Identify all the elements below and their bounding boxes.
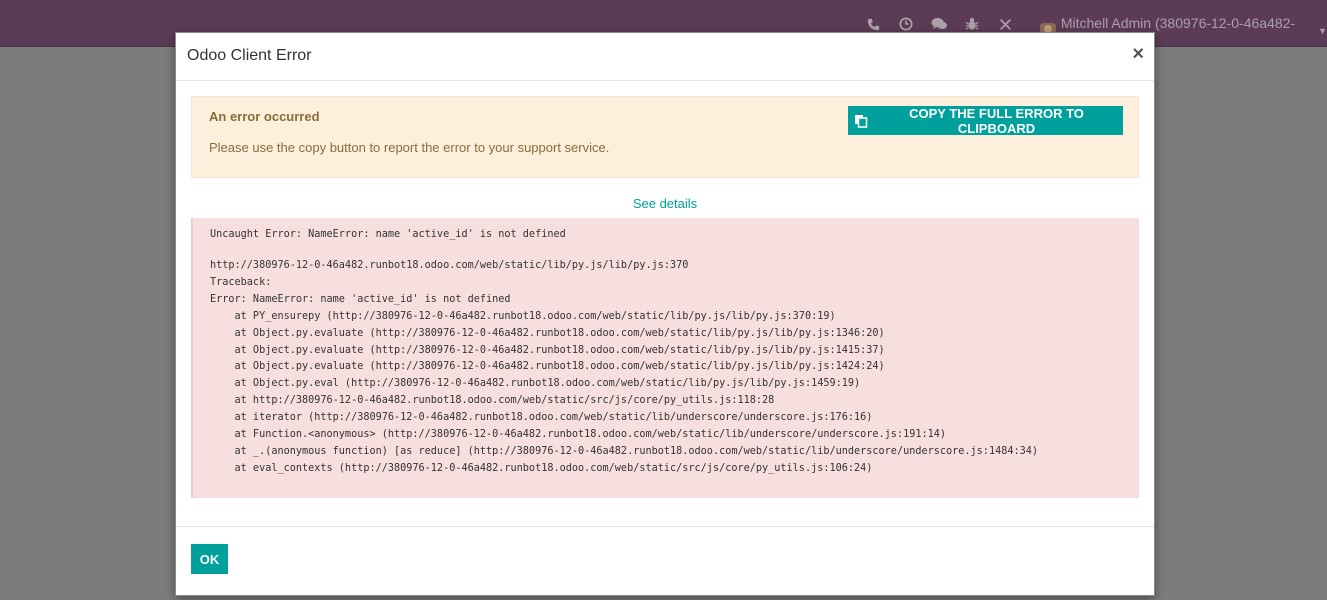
traceback-line: at Object.py.eval (http://380976-12-0-46…: [210, 378, 861, 390]
error-dialog: Odoo Client Error × An error occurred Pl…: [175, 32, 1155, 596]
traceback-line: at PY_ensurepy (http://380976-12-0-46a48…: [210, 310, 836, 322]
modal-header: Odoo Client Error ×: [176, 33, 1154, 81]
close-icon[interactable]: ×: [1132, 44, 1144, 64]
modal-title: Odoo Client Error: [187, 47, 312, 64]
traceback-line: at Object.py.evaluate (http://380976-12-…: [210, 344, 885, 356]
alert-text: Please use the copy button to report the…: [209, 140, 610, 155]
traceback-line: at _.(anonymous function) [as reduce] (h…: [210, 445, 1039, 457]
traceback-line: at Object.py.evaluate (http://380976-12-…: [210, 327, 885, 339]
phone-icon[interactable]: [863, 14, 883, 34]
chevron-down-icon: ▼: [1318, 26, 1327, 36]
traceback-line: at Function.<anonymous> (http://380976-1…: [210, 429, 947, 441]
tools-icon[interactable]: [995, 14, 1015, 34]
traceback-line: Traceback:: [210, 276, 272, 288]
alert-heading: An error occurred: [209, 109, 320, 124]
modal-footer: OK: [176, 526, 1154, 596]
see-details-link[interactable]: See details: [176, 196, 1154, 211]
traceback-line: at http://380976-12-0-46a482.runbot18.od…: [210, 395, 775, 407]
traceback-line: at iterator (http://380976-12-0-46a482.r…: [210, 412, 873, 424]
clipboard-icon: [854, 114, 868, 128]
error-message: Uncaught Error: NameError: name 'active_…: [210, 229, 566, 240]
systray: [863, 14, 1028, 34]
traceback-line: Error: NameError: name 'active_id' is no…: [210, 293, 511, 305]
traceback-line: at Object.py.evaluate (http://380976-12-…: [210, 361, 885, 373]
clock-icon[interactable]: [896, 14, 916, 34]
ok-button[interactable]: OK: [191, 544, 228, 574]
error-traceback: http://380976-12-0-46a482.runbot18.odoo.…: [210, 258, 1038, 478]
error-details: Uncaught Error: NameError: name 'active_…: [191, 218, 1139, 498]
chat-icon[interactable]: [929, 14, 949, 34]
error-alert: An error occurred Please use the copy bu…: [191, 96, 1139, 178]
copy-error-button[interactable]: COPY THE FULL ERROR TO CLIPBOARD: [848, 105, 1123, 136]
traceback-line: at eval_contexts (http://380976-12-0-46a…: [210, 462, 873, 474]
bug-icon[interactable]: [962, 14, 982, 34]
traceback-line: http://380976-12-0-46a482.runbot18.odoo.…: [210, 260, 689, 271]
copy-button-label: COPY THE FULL ERROR TO CLIPBOARD: [909, 105, 1084, 136]
